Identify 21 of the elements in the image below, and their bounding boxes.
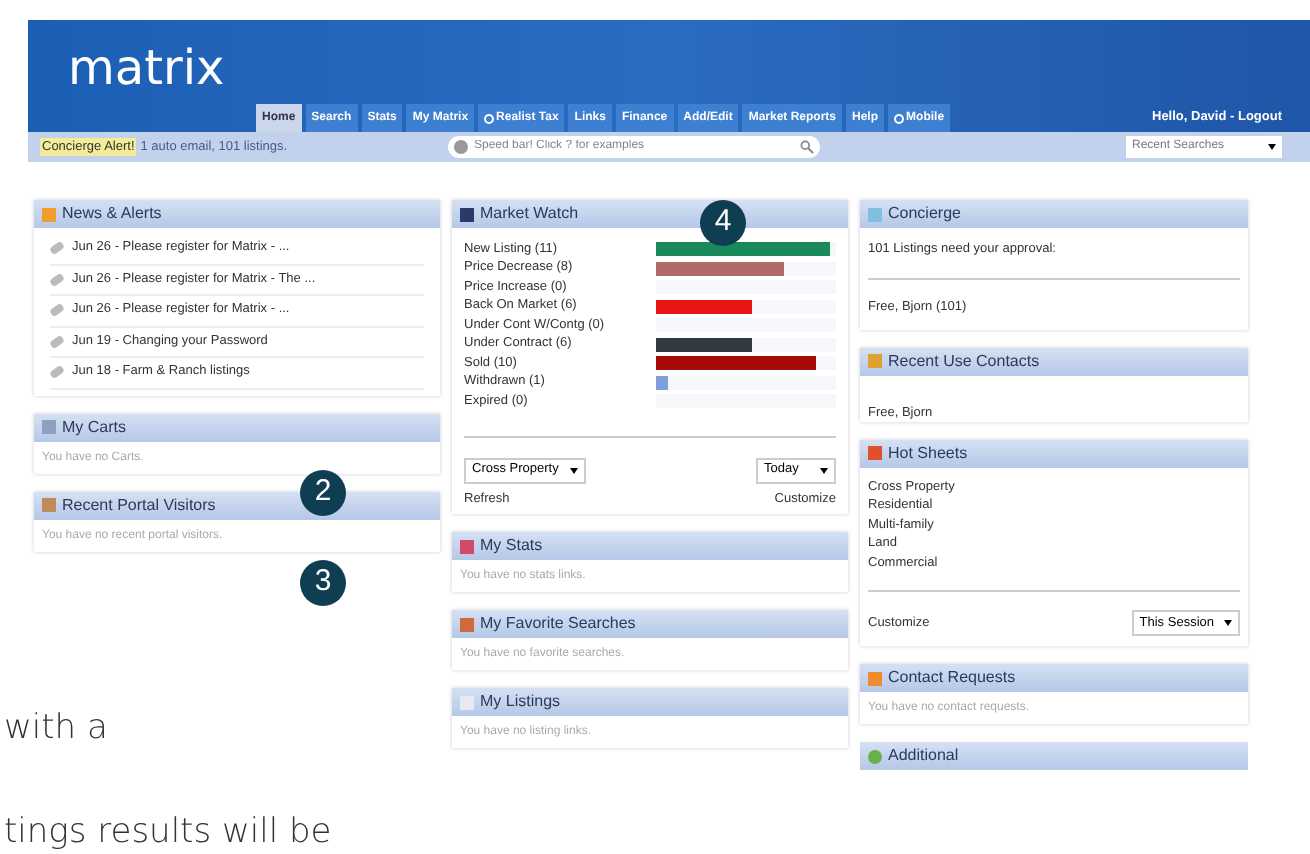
caret-icon [1268, 144, 1276, 150]
panel-title: My Stats [480, 534, 543, 559]
panel-title: My Carts [62, 415, 126, 439]
panel-title: Contact Requests [888, 666, 1016, 690]
caption-text: tings results will be [4, 812, 332, 852]
panel-title: Hot Sheets [888, 441, 968, 465]
panel-title: My Favorite Searches [480, 612, 636, 637]
panel-title: Recent Portal Visitors [62, 493, 216, 517]
caret-icon [570, 467, 579, 473]
search-icon[interactable] [800, 140, 814, 154]
panel-title: Recent Use Contacts [888, 349, 1040, 373]
panel-title: Market Watch [480, 202, 579, 226]
panel-title: News & Alerts [62, 202, 162, 226]
panel-title: My Listings [480, 690, 561, 715]
caret-icon [1224, 620, 1232, 626]
caret-icon [820, 467, 828, 473]
logo: matrix [68, 44, 225, 92]
caption-text: with a [4, 708, 108, 748]
panel-title: Additional [888, 744, 959, 768]
step-number-badge: 3 [300, 560, 346, 606]
panel-title: Concierge [888, 202, 961, 226]
